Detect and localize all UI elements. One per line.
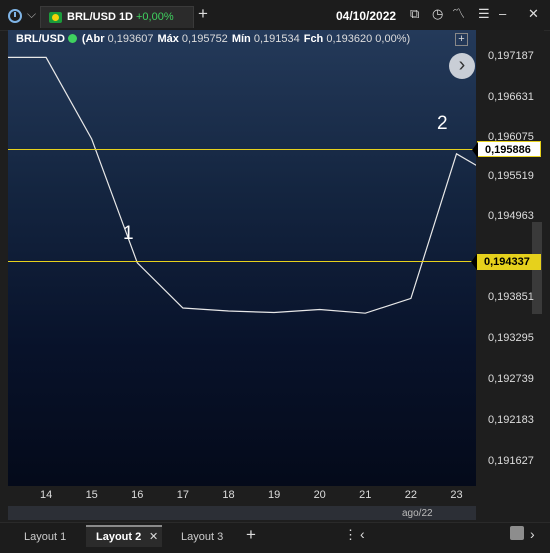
price-tick: 0,196631 — [488, 91, 534, 103]
hline-price-label: 0,194337 — [471, 254, 541, 270]
time-tick: 19 — [267, 489, 281, 501]
price-tick: 0,192183 — [488, 414, 534, 426]
scroll-right-icon[interactable]: › — [530, 526, 535, 542]
price-tick: 0,195519 — [488, 170, 534, 182]
time-tick: 16 — [131, 489, 144, 501]
time-icon[interactable]: ◷ — [432, 7, 443, 21]
layout-copy-icon[interactable]: ⧉ — [410, 7, 419, 21]
horizontal-line-1[interactable] — [8, 261, 476, 262]
indicators-icon[interactable]: 〽 — [452, 7, 465, 21]
tab-change: +0,00% — [136, 11, 174, 23]
hline-price-label: 0,195886 — [472, 141, 541, 158]
close-icon[interactable]: ✕ — [528, 7, 539, 21]
add-layout-button[interactable]: + — [246, 525, 256, 545]
price-tick: 0,193295 — [488, 332, 534, 344]
time-tick: 15 — [85, 489, 98, 501]
layout-square-icon[interactable] — [510, 526, 524, 540]
scroll-left-icon[interactable]: ‹ — [360, 526, 365, 542]
price-tick: 0,191627 — [488, 455, 534, 467]
time-tick: 14 — [39, 489, 53, 501]
annotation-label[interactable]: 1 — [123, 223, 134, 245]
date-label: 04/10/2022 — [336, 9, 397, 23]
tab-layout-3[interactable]: Layout 3 — [181, 527, 223, 547]
price-line-chart — [8, 56, 476, 314]
chart-tab[interactable]: BRL/USD 1D +0,00% — [40, 6, 194, 28]
minimize-icon[interactable]: – — [499, 7, 506, 21]
layout-bar — [0, 522, 550, 553]
time-tick: 20 — [313, 489, 326, 501]
more-options-icon[interactable]: ⋮ — [344, 527, 357, 543]
time-tick: 18 — [222, 489, 235, 501]
annotation-label[interactable]: 2 — [437, 113, 448, 135]
price-tick: 0,194963 — [488, 210, 534, 222]
add-tab-button[interactable]: + — [198, 5, 208, 22]
price-series-line — [8, 56, 476, 314]
menu-icon[interactable]: ☰ — [478, 7, 490, 21]
time-tick: 21 — [359, 489, 372, 501]
close-layout-icon[interactable]: ✕ — [149, 527, 158, 547]
price-tick: 0,192739 — [488, 373, 534, 385]
time-tick: 22 — [404, 489, 418, 501]
brazil-flag-icon — [49, 12, 62, 23]
time-tick: 23 — [450, 489, 463, 501]
clock-icon[interactable] — [8, 9, 22, 23]
chevron-down-icon[interactable]: ⌵ — [27, 7, 36, 22]
month-label: ago/22 — [402, 508, 433, 519]
price-tick: 0,197187 — [488, 50, 534, 62]
tab-layout-2[interactable]: Layout 2 ✕ — [86, 525, 162, 547]
time-tick: 17 — [176, 489, 190, 501]
tab-title: BRL/USD 1D — [67, 11, 134, 23]
tab-layout-2-label: Layout 2 — [96, 531, 142, 543]
tab-layout-1[interactable]: Layout 1 — [24, 527, 66, 547]
horizontal-line-2[interactable] — [8, 149, 476, 150]
price-tick: 0,193851 — [488, 291, 534, 303]
